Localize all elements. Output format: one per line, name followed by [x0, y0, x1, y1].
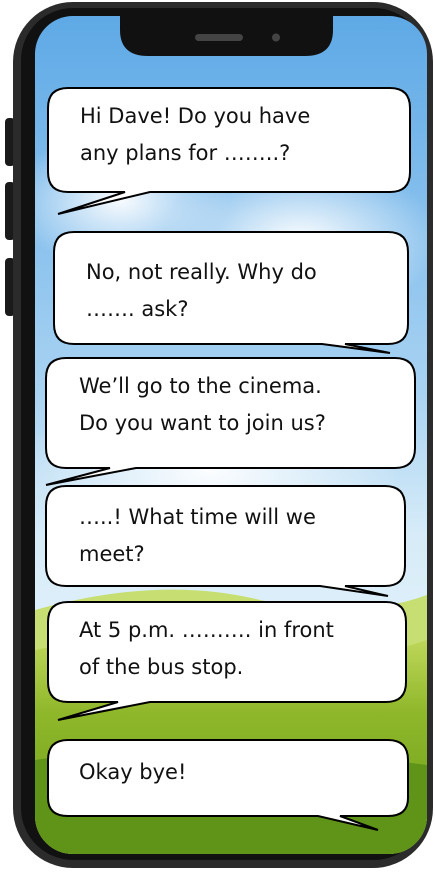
message-3-text: We’ll go to the cinema. Do you want to j…: [79, 374, 326, 435]
message-2-text: No, not really. Why do ……. ask?: [86, 260, 317, 321]
speaker-grille: [195, 34, 243, 41]
message-4-text: …..! What time will we meet?: [79, 505, 316, 566]
front-camera: [272, 33, 280, 42]
message-5-text: At 5 p.m. ………. in front of the bus stop.: [79, 618, 334, 679]
message-6-text: Okay bye!: [79, 760, 187, 784]
message-1-text: Hi Dave! Do you have any plans for ……..?: [80, 104, 311, 165]
